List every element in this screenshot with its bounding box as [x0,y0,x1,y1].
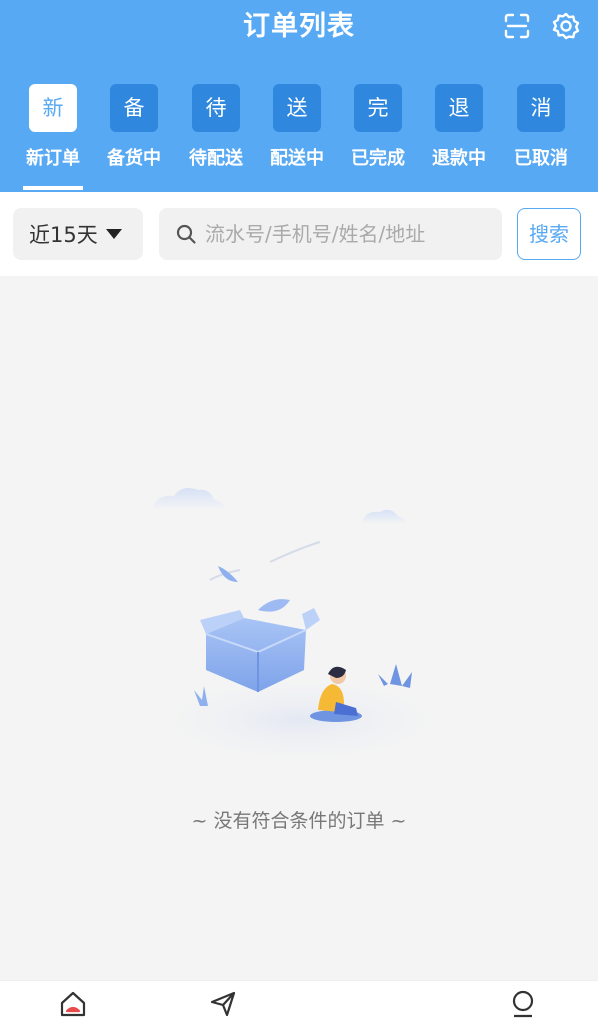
search-button[interactable]: 搜索 [517,208,581,260]
tab-glyph: 退 [435,84,483,132]
tab-glyph: 待 [192,84,240,132]
tab-glyph: 送 [273,84,321,132]
caret-down-icon [105,229,122,239]
tab-new-orders[interactable]: 新 新订单 [12,84,94,192]
tab-preparing[interactable]: 备 备货中 [93,84,175,192]
empty-state-message: ~ 没有符合条件的订单 ~ [191,810,407,832]
date-range-dropdown[interactable]: 近15天 [13,208,143,260]
tab-label: 备货中 [107,148,161,169]
tab-glyph: 新 [29,84,77,132]
empty-state-illustration [140,488,460,768]
search-box [159,208,502,260]
tab-refunding[interactable]: 退 退款中 [418,84,500,192]
tab-glyph: 备 [110,84,158,132]
search-input[interactable] [205,222,485,246]
tab-label: 配送中 [270,148,324,169]
tab-completed[interactable]: 完 已完成 [337,84,419,192]
profile-icon[interactable] [508,989,538,1019]
send-icon[interactable] [208,989,238,1019]
scan-icon[interactable] [501,10,533,42]
search-icon [176,224,196,244]
tab-label: 退款中 [432,148,486,169]
settings-gear-icon[interactable] [550,10,582,42]
tab-cancelled[interactable]: 消 已取消 [500,84,582,192]
tab-delivering[interactable]: 送 配送中 [256,84,338,192]
tab-glyph: 完 [354,84,402,132]
bottom-nav [0,980,598,1024]
tab-glyph: 消 [517,84,565,132]
home-icon[interactable] [58,989,88,1019]
tab-label: 新订单 [26,148,80,169]
tab-label: 待配送 [189,148,243,169]
header-bar: 订单列表 新 新订单 备 备货中 待 待配送 送 配送中 完 已完成 退 退款中… [0,0,598,192]
active-tab-indicator [23,186,83,190]
filter-bar: 近15天 搜索 [0,192,598,276]
tab-label: 已取消 [514,148,568,169]
tab-label: 已完成 [351,148,405,169]
status-tabs: 新 新订单 备 备货中 待 待配送 送 配送中 完 已完成 退 退款中 消 已取… [0,84,598,192]
date-range-label: 近15天 [29,223,98,247]
tab-awaiting-delivery[interactable]: 待 待配送 [175,84,257,192]
